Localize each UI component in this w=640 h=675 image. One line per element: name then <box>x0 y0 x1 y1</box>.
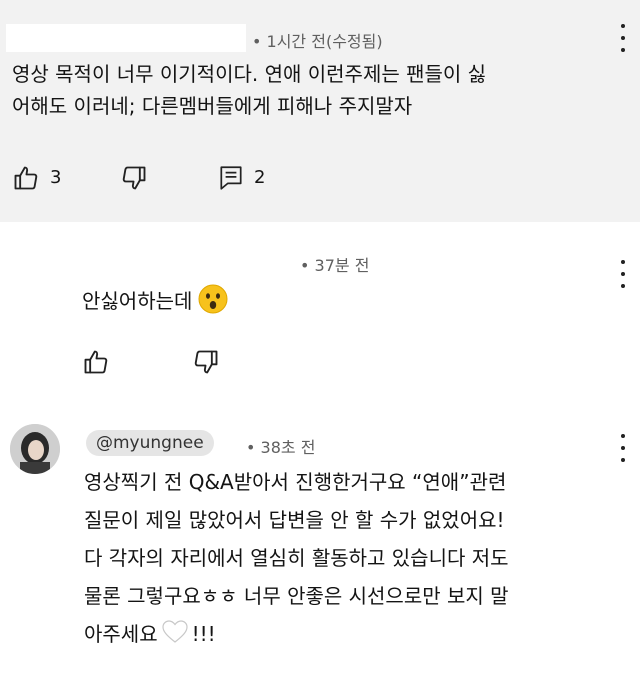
comment-text: 안싫어하는데 <box>82 289 193 313</box>
reply-count: 2 <box>254 167 266 188</box>
redacted-username <box>6 24 246 52</box>
comment-text-line: 어해도 이러네; 다른멤버들에게 피해나 주지말자 <box>12 94 413 118</box>
comment-text-end: !!! <box>191 622 216 646</box>
more-vertical-icon[interactable] <box>620 434 626 462</box>
comment-text-line: 다 각자의 자리에서 열심히 활동하고 있습니다 저도 <box>84 546 509 570</box>
comment-text-line: 영상찍기 전 Q&A받아서 진행한거구요 “연애”관련 <box>84 470 507 494</box>
astonished-face-emoji <box>198 284 228 318</box>
author-handle[interactable]: @myungnee <box>86 430 214 456</box>
comment-time: • 38초 전 <box>246 438 316 457</box>
comment-text-line: 영상 목적이 너무 이기적이다. 연애 이런주제는 팬들이 싫 <box>12 62 487 86</box>
comment-reply-icon[interactable] <box>218 164 244 192</box>
comment-text-line: 아주세요 <box>84 622 158 646</box>
comment-time: • 1시간 전(수정됨) <box>252 32 383 51</box>
like-count: 3 <box>50 167 62 188</box>
thumbs-up-icon[interactable] <box>12 164 40 192</box>
thumbs-up-icon[interactable] <box>82 348 110 376</box>
more-vertical-icon[interactable] <box>620 260 626 288</box>
thumbs-down-icon[interactable] <box>120 164 148 192</box>
comment-text-line: 질문이 제일 많았어서 답변을 안 할 수가 없었어요! <box>84 508 505 532</box>
white-heart-emoji <box>162 620 188 648</box>
more-vertical-icon[interactable] <box>620 24 626 52</box>
comment-text-line: 물론 그렇구요ㅎㅎ 너무 안좋은 시선으로만 보지 말 <box>84 584 509 608</box>
comment-time: • 37분 전 <box>300 256 370 275</box>
thumbs-down-icon[interactable] <box>192 348 220 376</box>
avatar[interactable] <box>10 424 60 474</box>
